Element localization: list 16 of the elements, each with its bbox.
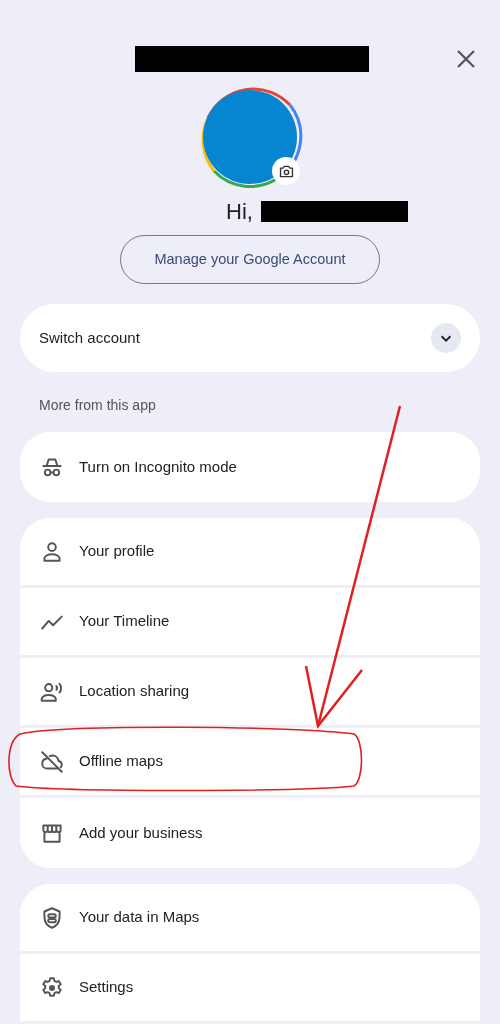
menu-item[interactable]: Turn on Incognito mode — [20, 432, 480, 502]
menu-item[interactable]: Your data in Maps — [20, 884, 480, 954]
menu-item[interactable]: Settings — [20, 954, 480, 1024]
close-icon[interactable] — [455, 48, 477, 70]
camera-icon[interactable] — [272, 157, 300, 185]
switch-account-label: Switch account — [39, 327, 140, 348]
menu-item[interactable]: Your Timeline — [20, 588, 480, 658]
greeting: Hi, — [226, 198, 253, 226]
chevron-down-icon[interactable] — [431, 323, 461, 353]
section-label: More from this app — [39, 396, 157, 415]
cloud-off-icon — [39, 748, 65, 775]
menu-item[interactable]: Your profile — [20, 518, 480, 588]
menu-item[interactable]: Add your business — [20, 798, 480, 868]
menu-item[interactable]: Location sharing — [20, 658, 480, 728]
switch-account-card[interactable]: Switch account — [20, 304, 480, 372]
menu-item[interactable]: Offline maps — [20, 728, 480, 798]
